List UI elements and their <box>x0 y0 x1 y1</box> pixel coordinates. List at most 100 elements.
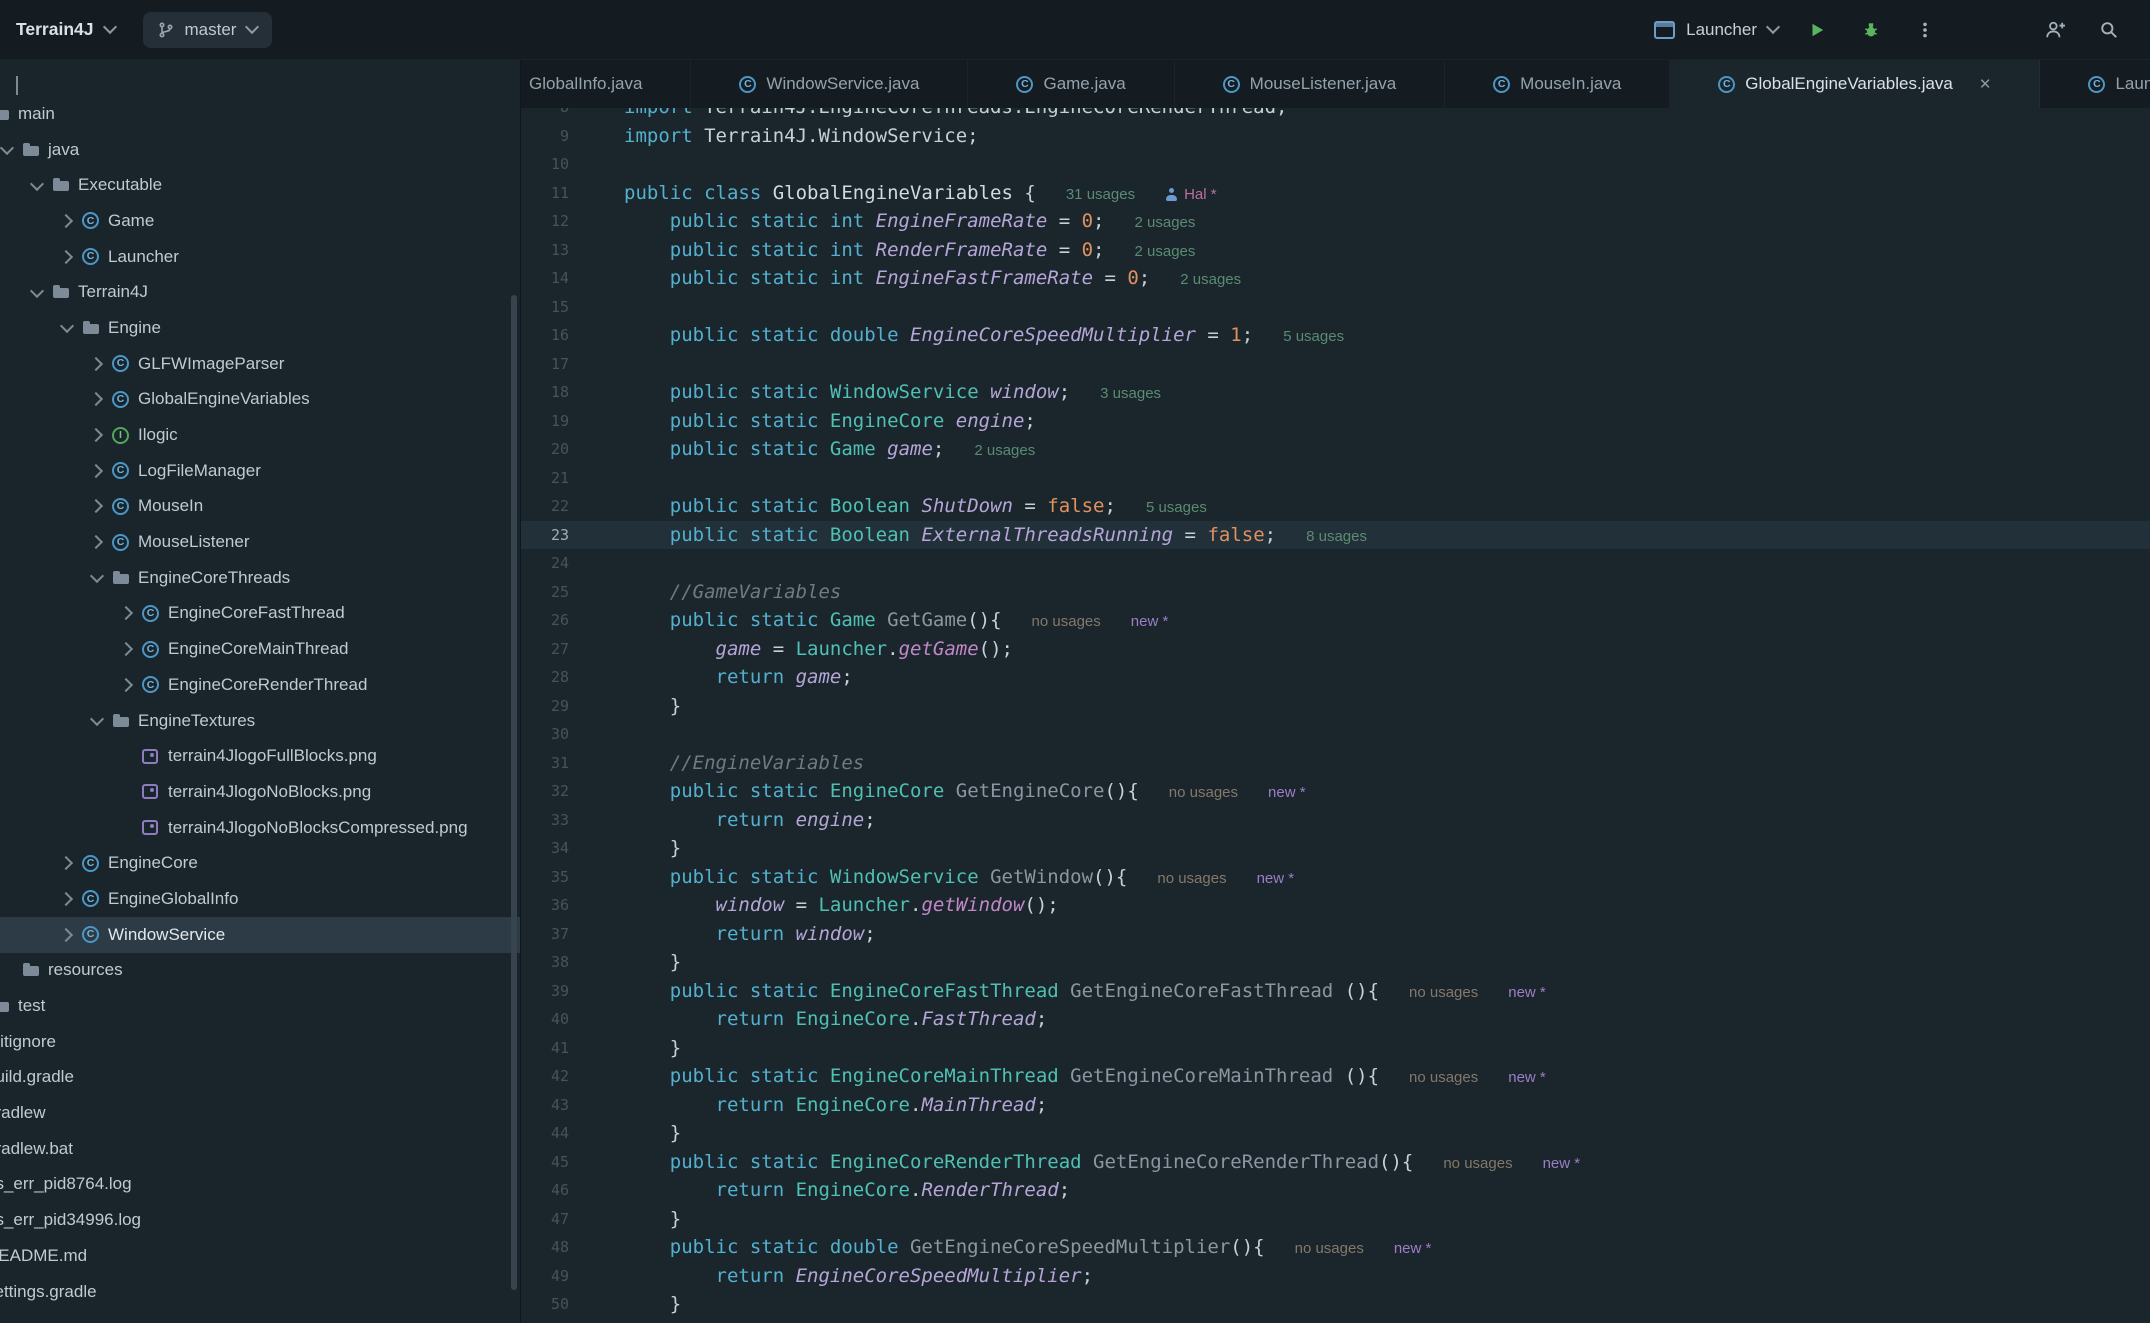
usages-inlay[interactable]: no usages <box>1409 984 1478 1001</box>
code-line-25[interactable]: 25 //GameVariables <box>521 578 2150 607</box>
tree-item-WindowService[interactable]: CWindowService <box>0 917 520 953</box>
tab-MouseListener.java[interactable]: CMouseListener.java <box>1175 60 1445 108</box>
code-line-20[interactable]: 20 public static Game game;2 usages <box>521 435 2150 464</box>
code-line-30[interactable]: 30 <box>521 720 2150 749</box>
code-line-15[interactable]: 15 <box>521 293 2150 322</box>
tree-scrollbar[interactable] <box>511 295 517 1290</box>
code-line-36[interactable]: 36 window = Launcher.getWindow(); <box>521 891 2150 920</box>
code-line-39[interactable]: 39 public static EngineCoreFastThread Ge… <box>521 977 2150 1006</box>
usages-inlay[interactable]: new * <box>1268 784 1306 801</box>
code-line-10[interactable]: 10 <box>521 150 2150 179</box>
code-line-9[interactable]: 9import Terrain4J.WindowService; <box>521 122 2150 151</box>
usages-inlay[interactable]: no usages <box>1157 870 1226 887</box>
chevron-down-icon[interactable] <box>0 141 16 159</box>
tree-item-EngineCoreMainThread[interactable]: CEngineCoreMainThread <box>0 631 520 667</box>
code-line-26[interactable]: 26 public static Game GetGame(){no usage… <box>521 606 2150 635</box>
more-actions-button[interactable] <box>1910 15 1940 45</box>
tree-item-GLFWImageParser[interactable]: CGLFWImageParser <box>0 346 520 382</box>
usages-inlay[interactable]: new * <box>1257 870 1295 887</box>
tree-item-Engine[interactable]: Engine <box>0 310 520 346</box>
tree-item-terrain4JlogoFullBlocks.png[interactable]: terrain4JlogoFullBlocks.png <box>0 738 520 774</box>
usages-inlay[interactable]: 2 usages <box>974 442 1035 459</box>
chevron-down-icon[interactable] <box>88 712 106 730</box>
code-line-32[interactable]: 32 public static EngineCore GetEngineCor… <box>521 777 2150 806</box>
usages-inlay[interactable]: 2 usages <box>1135 214 1196 231</box>
tree-item-EngineCoreThreads[interactable]: EngineCoreThreads <box>0 560 520 596</box>
debug-button[interactable] <box>1856 15 1886 45</box>
code-line-13[interactable]: 13 public static int RenderFrameRate = 0… <box>521 236 2150 265</box>
chevron-right-icon[interactable] <box>118 604 136 622</box>
tree-item-build.gradle[interactable]: build.gradle <box>0 1060 520 1096</box>
tree-item-Game[interactable]: CGame <box>0 203 520 239</box>
tree-item-.gitignore[interactable]: .gitignore <box>0 1024 520 1060</box>
code-line-8[interactable]: 8import Terrain4J.EngineCoreThreads.Engi… <box>521 108 2150 122</box>
chevron-right-icon[interactable] <box>58 854 76 872</box>
code-line-45[interactable]: 45 public static EngineCoreRenderThread … <box>521 1148 2150 1177</box>
code-line-42[interactable]: 42 public static EngineCoreMainThread Ge… <box>521 1062 2150 1091</box>
code-line-48[interactable]: 48 public static double GetEngineCoreSpe… <box>521 1233 2150 1262</box>
code-line-46[interactable]: 46 return EngineCore.RenderThread; <box>521 1176 2150 1205</box>
chevron-right-icon[interactable] <box>88 355 106 373</box>
tree-item-test[interactable]: test <box>0 988 520 1024</box>
usages-inlay[interactable]: new * <box>1394 1240 1432 1257</box>
usages-inlay[interactable]: no usages <box>1295 1240 1364 1257</box>
chevron-right-icon[interactable] <box>58 926 76 944</box>
tree-item-gradlew.bat[interactable]: gradlew.bat <box>0 1131 520 1167</box>
chevron-right-icon[interactable] <box>88 462 106 480</box>
chevron-right-icon[interactable] <box>118 640 136 658</box>
usages-inlay[interactable]: 5 usages <box>1146 499 1207 516</box>
tree-item-EngineCoreRenderThread[interactable]: CEngineCoreRenderThread <box>0 667 520 703</box>
usages-inlay[interactable]: no usages <box>1032 613 1101 630</box>
code-line-43[interactable]: 43 return EngineCore.MainThread; <box>521 1091 2150 1120</box>
usages-inlay[interactable]: no usages <box>1169 784 1238 801</box>
code-line-16[interactable]: 16 public static double EngineCoreSpeedM… <box>521 321 2150 350</box>
code-line-33[interactable]: 33 return engine; <box>521 806 2150 835</box>
code-line-47[interactable]: 47 } <box>521 1205 2150 1234</box>
usages-inlay[interactable]: 8 usages <box>1306 528 1367 545</box>
code-line-21[interactable]: 21 <box>521 464 2150 493</box>
tree-item-LogFileManager[interactable]: CLogFileManager <box>0 453 520 489</box>
code-line-19[interactable]: 19 public static EngineCore engine; <box>521 407 2150 436</box>
code-line-49[interactable]: 49 return EngineCoreSpeedMultiplier; <box>521 1262 2150 1291</box>
code-line-50[interactable]: 50 } <box>521 1290 2150 1319</box>
tree-item-EngineGlobalInfo[interactable]: CEngineGlobalInfo <box>0 881 520 917</box>
tree-item-MouseIn[interactable]: CMouseIn <box>0 489 520 525</box>
author-inlay[interactable]: Hal * <box>1165 186 1217 203</box>
tree-item-MouseListener[interactable]: CMouseListener <box>0 524 520 560</box>
code-line-24[interactable]: 24 <box>521 549 2150 578</box>
chevron-right-icon[interactable] <box>118 676 136 694</box>
run-button[interactable] <box>1802 15 1832 45</box>
chevron-down-icon[interactable] <box>28 283 46 301</box>
usages-inlay[interactable]: 5 usages <box>1283 328 1344 345</box>
code-line-14[interactable]: 14 public static int EngineFastFrameRate… <box>521 264 2150 293</box>
code-line-28[interactable]: 28 return game; <box>521 663 2150 692</box>
code-line-17[interactable]: 17 <box>521 350 2150 379</box>
chevron-down-icon[interactable] <box>28 176 46 194</box>
tab-Game.java[interactable]: CGame.java <box>968 60 1174 108</box>
code-line-38[interactable]: 38 } <box>521 948 2150 977</box>
tree-item-EngineCore[interactable]: CEngineCore <box>0 845 520 881</box>
chevron-right-icon[interactable] <box>88 390 106 408</box>
tab-Launcher.java[interactable]: CLauncher.java <box>2040 60 2150 108</box>
project-widget[interactable]: Terrain4J <box>16 19 115 40</box>
usages-inlay[interactable]: 31 usages <box>1066 186 1135 203</box>
branch-widget[interactable]: master <box>143 12 273 48</box>
tree-item-hs_err_pid34996.log[interactable]: hs_err_pid34996.log <box>0 1202 520 1238</box>
code-line-40[interactable]: 40 return EngineCore.FastThread; <box>521 1005 2150 1034</box>
chevron-right-icon[interactable] <box>58 890 76 908</box>
usages-inlay[interactable]: new * <box>1543 1155 1581 1172</box>
usages-inlay[interactable]: new * <box>1508 1069 1546 1086</box>
tab-MouseIn.java[interactable]: CMouseIn.java <box>1445 60 1670 108</box>
code-line-23[interactable]: 23 public static Boolean ExternalThreads… <box>521 521 2150 550</box>
code-with-me-button[interactable] <box>2040 15 2070 45</box>
usages-inlay[interactable]: no usages <box>1409 1069 1478 1086</box>
usages-inlay[interactable]: 2 usages <box>1135 243 1196 260</box>
tab-WindowService.java[interactable]: CWindowService.java <box>691 60 968 108</box>
usages-inlay[interactable]: no usages <box>1443 1155 1512 1172</box>
tree-item-Terrain4J[interactable]: Terrain4J <box>0 274 520 310</box>
chevron-right-icon[interactable] <box>88 426 106 444</box>
tree-item-resources[interactable]: resources <box>0 953 520 989</box>
search-everywhere-button[interactable] <box>2094 15 2124 45</box>
usages-inlay[interactable]: new * <box>1508 984 1546 1001</box>
tree-item-terrain4JlogoNoBlocks.png[interactable]: terrain4JlogoNoBlocks.png <box>0 774 520 810</box>
